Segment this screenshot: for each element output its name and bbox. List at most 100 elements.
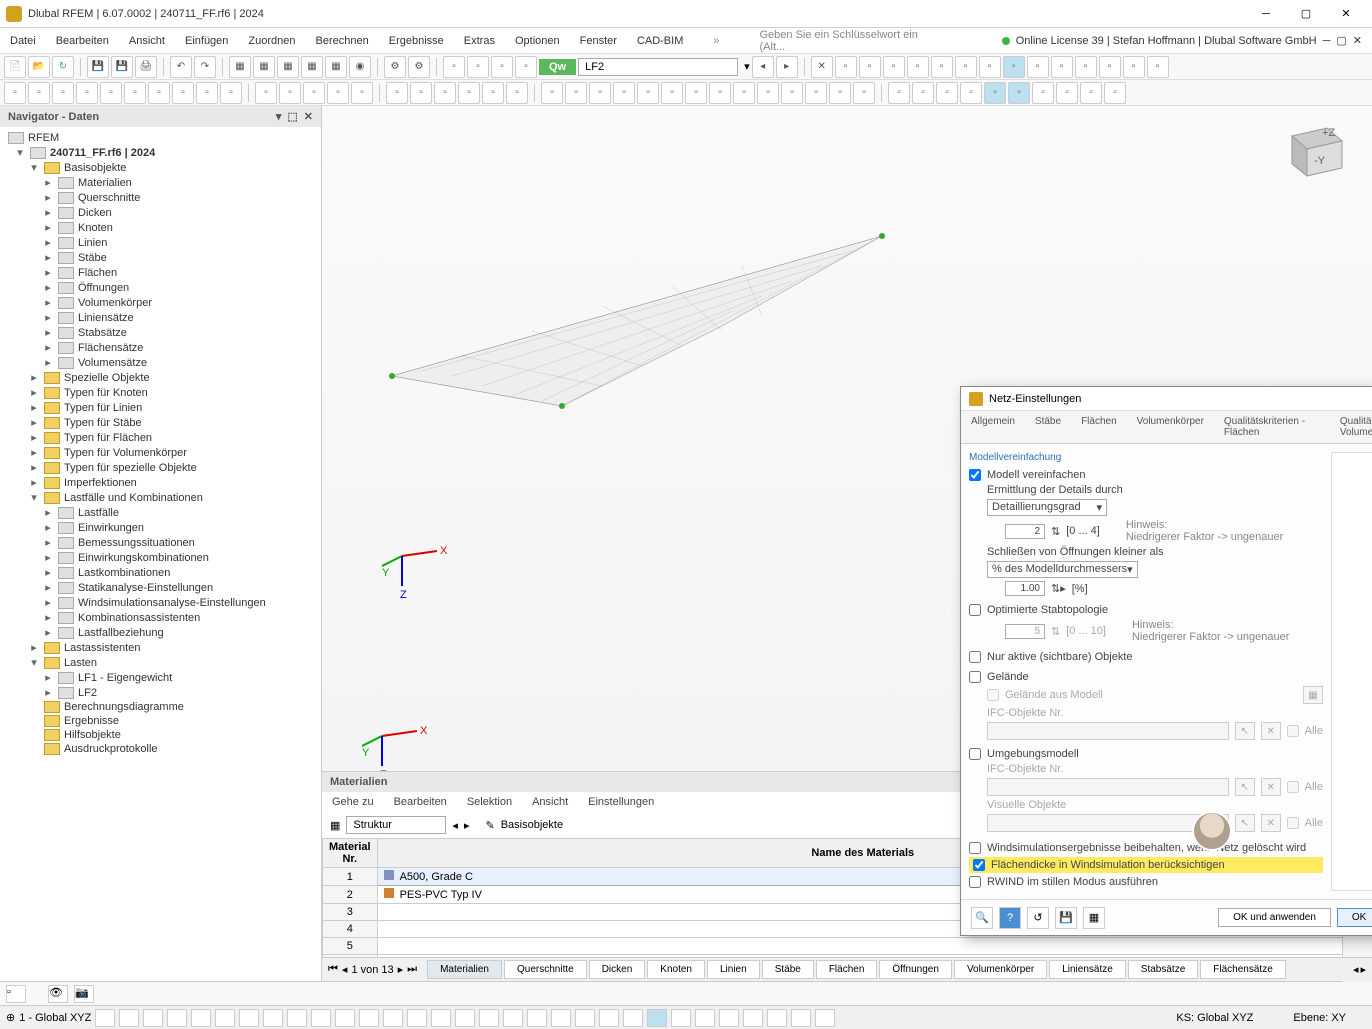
- table4-button[interactable]: ▦: [301, 56, 323, 78]
- draw-v[interactable]: ▫: [541, 82, 563, 104]
- draw-aq[interactable]: ▫: [1056, 82, 1078, 104]
- dialog-titlebar[interactable]: Netz-Einstellungen ▢ ✕: [961, 387, 1372, 411]
- sb-ad[interactable]: [791, 1009, 811, 1027]
- sb-k[interactable]: [335, 1009, 355, 1027]
- tool-q[interactable]: ▫: [1099, 56, 1121, 78]
- menu-ergebnisse[interactable]: Ergebnisse: [379, 35, 454, 47]
- tree-lasten[interactable]: ▾Lasten: [0, 655, 321, 670]
- sb-l[interactable]: [359, 1009, 379, 1027]
- tree-basis-0[interactable]: ▸Materialien: [0, 175, 321, 190]
- sb-q[interactable]: [479, 1009, 499, 1027]
- tree-lasten-0[interactable]: ▸LF1 - Eigengewicht: [0, 670, 321, 685]
- sb-u[interactable]: [575, 1009, 595, 1027]
- tree-tail-2[interactable]: Hilfsobjekte: [0, 728, 321, 742]
- page-next[interactable]: ▸: [398, 963, 404, 976]
- draw-a[interactable]: ▫: [4, 82, 26, 104]
- tree-group-3[interactable]: ▸Typen für Stäbe: [0, 415, 321, 430]
- draw-i[interactable]: ▫: [196, 82, 218, 104]
- draw-e[interactable]: ▫: [100, 82, 122, 104]
- btab-materialien[interactable]: Materialien: [427, 960, 502, 979]
- draw-am[interactable]: ▫: [960, 82, 982, 104]
- btab-volumenkörper[interactable]: Volumenkörper: [954, 960, 1047, 979]
- sb-m[interactable]: [383, 1009, 403, 1027]
- sb-i[interactable]: [287, 1009, 307, 1027]
- table5-button[interactable]: ▦: [325, 56, 347, 78]
- sb-y[interactable]: [671, 1009, 691, 1027]
- chk-env[interactable]: [969, 748, 981, 760]
- sb-r[interactable]: [503, 1009, 523, 1027]
- sb-x[interactable]: [647, 1009, 667, 1027]
- draw-al[interactable]: ▫: [936, 82, 958, 104]
- tree-basis-12[interactable]: ▸Volumensätze: [0, 355, 321, 370]
- draw-ab[interactable]: ▫: [685, 82, 707, 104]
- sb-w[interactable]: [623, 1009, 643, 1027]
- save-button[interactable]: 💾: [87, 56, 109, 78]
- menu-bearbeiten[interactable]: Bearbeiten: [46, 35, 119, 47]
- tree-group-0[interactable]: ▸Spezielle Objekte: [0, 370, 321, 385]
- draw-ao[interactable]: ▫: [1008, 82, 1030, 104]
- mdi-close-button[interactable]: ✕: [1353, 34, 1362, 47]
- tab-allgemein[interactable]: Allgemein: [961, 411, 1025, 443]
- chk-terrain[interactable]: [969, 671, 981, 683]
- table2-button[interactable]: ▦: [253, 56, 275, 78]
- maximize-button[interactable]: ▢: [1286, 2, 1326, 26]
- tree-lfk-3[interactable]: ▸Einwirkungskombinationen: [0, 550, 321, 565]
- table-row[interactable]: 5: [323, 938, 1372, 955]
- menu-berechnen[interactable]: Berechnen: [306, 35, 379, 47]
- btab-querschnitte[interactable]: Querschnitte: [504, 960, 587, 979]
- foot-copy-icon[interactable]: ▦: [1083, 907, 1105, 929]
- tool-p[interactable]: ▫: [1075, 56, 1097, 78]
- tree-root[interactable]: RFEM: [0, 131, 321, 145]
- mat-basis[interactable]: Basisobjekte: [501, 819, 563, 831]
- tab-qk-flaechen[interactable]: Qualitätskriterien - Flächen: [1214, 411, 1330, 443]
- draw-ac[interactable]: ▫: [709, 82, 731, 104]
- tool-s[interactable]: ▫: [1147, 56, 1169, 78]
- tab-volumen[interactable]: Volumenkörper: [1127, 411, 1214, 443]
- sb-z[interactable]: [695, 1009, 715, 1027]
- sphere-button[interactable]: ◉: [349, 56, 371, 78]
- minimize-button[interactable]: ─: [1246, 2, 1286, 26]
- tree-lfk-7[interactable]: ▸Kombinationsassistenten: [0, 610, 321, 625]
- saveall-button[interactable]: 💾: [111, 56, 133, 78]
- sb-aa[interactable]: [719, 1009, 739, 1027]
- sb-t[interactable]: [551, 1009, 571, 1027]
- btab-knoten[interactable]: Knoten: [647, 960, 705, 979]
- open-button[interactable]: 📂: [28, 56, 50, 78]
- redo-button[interactable]: ↷: [194, 56, 216, 78]
- tree-group-5[interactable]: ▸Typen für Volumenkörper: [0, 445, 321, 460]
- menu-datei[interactable]: Datei: [0, 35, 46, 47]
- calc2-button[interactable]: ⚙: [408, 56, 430, 78]
- draw-h[interactable]: ▫: [172, 82, 194, 104]
- draw-s[interactable]: ▫: [458, 82, 480, 104]
- page-last[interactable]: ⏭: [407, 963, 417, 976]
- lf-prev[interactable]: ◂: [752, 56, 774, 78]
- tool-h[interactable]: ▫: [883, 56, 905, 78]
- draw-n[interactable]: ▫: [327, 82, 349, 104]
- btab-flächen[interactable]: Flächen: [816, 960, 878, 979]
- tree-basis-2[interactable]: ▸Dicken: [0, 205, 321, 220]
- table-button[interactable]: ▦: [229, 56, 251, 78]
- sb-s[interactable]: [527, 1009, 547, 1027]
- btn-ok[interactable]: OK: [1337, 908, 1372, 927]
- draw-ar[interactable]: ▫: [1080, 82, 1102, 104]
- new-button[interactable]: 📄: [4, 56, 26, 78]
- mat-basis-icon[interactable]: ✎: [485, 819, 494, 832]
- mdi-maximize-button[interactable]: ▢: [1336, 34, 1346, 47]
- draw-x[interactable]: ▫: [589, 82, 611, 104]
- draw-b[interactable]: ▫: [28, 82, 50, 104]
- foot-save-icon[interactable]: 💾: [1055, 907, 1077, 929]
- tool-o[interactable]: ▫: [1051, 56, 1073, 78]
- draw-z[interactable]: ▫: [637, 82, 659, 104]
- table3-button[interactable]: ▦: [277, 56, 299, 78]
- draw-g[interactable]: ▫: [148, 82, 170, 104]
- tree-lfk-4[interactable]: ▸Lastkombinationen: [0, 565, 321, 580]
- foot-search-icon[interactable]: 🔍: [971, 907, 993, 929]
- page-prev[interactable]: ◂: [342, 963, 348, 976]
- combo-close[interactable]: % des Modelldurchmessers▾: [987, 561, 1138, 578]
- sb-d[interactable]: [167, 1009, 187, 1027]
- sb-c[interactable]: [143, 1009, 163, 1027]
- chk-keep[interactable]: [969, 842, 981, 854]
- nav-close-icon[interactable]: ✕: [304, 110, 313, 123]
- btab-stäbe[interactable]: Stäbe: [762, 960, 814, 979]
- tree-lfk-0[interactable]: ▸Lastfälle: [0, 505, 321, 520]
